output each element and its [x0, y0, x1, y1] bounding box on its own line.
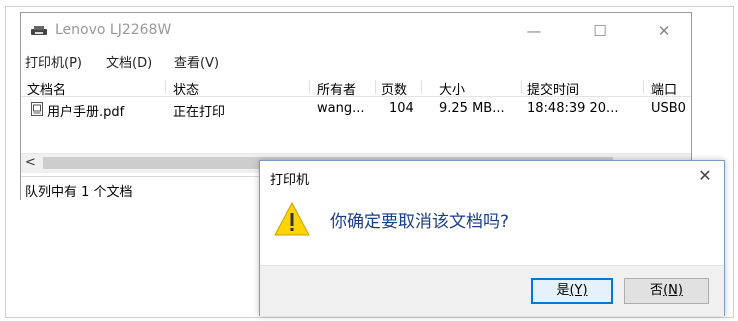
scroll-left-arrow-icon[interactable]: < — [25, 155, 36, 170]
column-divider[interactable] — [375, 80, 376, 94]
printer-icon — [31, 26, 47, 35]
cell-submitted: 18:48:39 20... — [527, 101, 619, 116]
document-icon — [31, 102, 43, 116]
cell-size: 9.25 MB... — [439, 101, 505, 116]
dialog-close-button[interactable]: ✕ — [692, 165, 718, 187]
confirm-dialog: 打印机 ✕ 你确定要取消该文档吗? 是(Y) 否(N) — [259, 160, 725, 316]
column-divider[interactable] — [309, 80, 310, 94]
yes-shortcut: (Y) — [569, 283, 588, 298]
table-header: 文档名 状态 所有者 页数 大小 提交时间 端口 — [21, 77, 691, 98]
close-button[interactable]: ✕ — [641, 19, 687, 43]
menu-view[interactable]: 查看(V) — [174, 52, 219, 71]
table-row[interactable]: 用户手册.pdf 正在打印 wang... 104 9.25 MB... 18:… — [21, 99, 691, 120]
window-title: Lenovo LJ2268W — [55, 22, 172, 38]
column-pages[interactable]: 页数 — [381, 79, 407, 98]
column-status[interactable]: 状态 — [173, 79, 199, 98]
dialog-message: 你确定要取消该文档吗? — [330, 212, 510, 232]
column-submitted[interactable]: 提交时间 — [527, 79, 579, 98]
column-size[interactable]: 大小 — [439, 79, 465, 98]
column-document-name[interactable]: 文档名 — [27, 79, 66, 98]
dialog-title: 打印机 — [270, 173, 310, 188]
cell-port: USB0 — [651, 101, 686, 116]
no-button[interactable]: 否(N) — [624, 278, 709, 304]
menu-bar: 打印机(P) 文档(D) 查看(V) — [21, 50, 691, 71]
warning-icon — [274, 202, 310, 236]
maximize-button[interactable]: ☐ — [577, 19, 623, 43]
column-port[interactable]: 端口 — [651, 79, 677, 98]
dialog-footer: 是(Y) 否(N) — [260, 265, 724, 316]
status-text: 队列中有 1 个文档 — [25, 185, 133, 200]
column-divider[interactable] — [521, 80, 522, 94]
cell-owner: wang... — [317, 101, 365, 116]
column-divider[interactable] — [421, 80, 422, 94]
cell-document: 用户手册.pdf — [47, 105, 125, 120]
no-shortcut: (N) — [663, 283, 683, 298]
column-owner[interactable]: 所有者 — [317, 79, 356, 98]
column-divider[interactable] — [643, 80, 644, 94]
cell-pages: 104 — [389, 101, 414, 116]
menu-printer[interactable]: 打印机(P) — [25, 52, 82, 71]
column-divider[interactable] — [165, 80, 166, 94]
title-bar: Lenovo LJ2268W — ☐ ✕ — [21, 13, 691, 47]
yes-button[interactable]: 是(Y) — [531, 278, 613, 304]
yes-label: 是 — [556, 283, 570, 298]
minimize-button[interactable]: — — [511, 19, 557, 43]
cell-status: 正在打印 — [173, 105, 226, 120]
menu-document[interactable]: 文档(D) — [106, 52, 152, 71]
no-label: 否 — [650, 283, 664, 298]
